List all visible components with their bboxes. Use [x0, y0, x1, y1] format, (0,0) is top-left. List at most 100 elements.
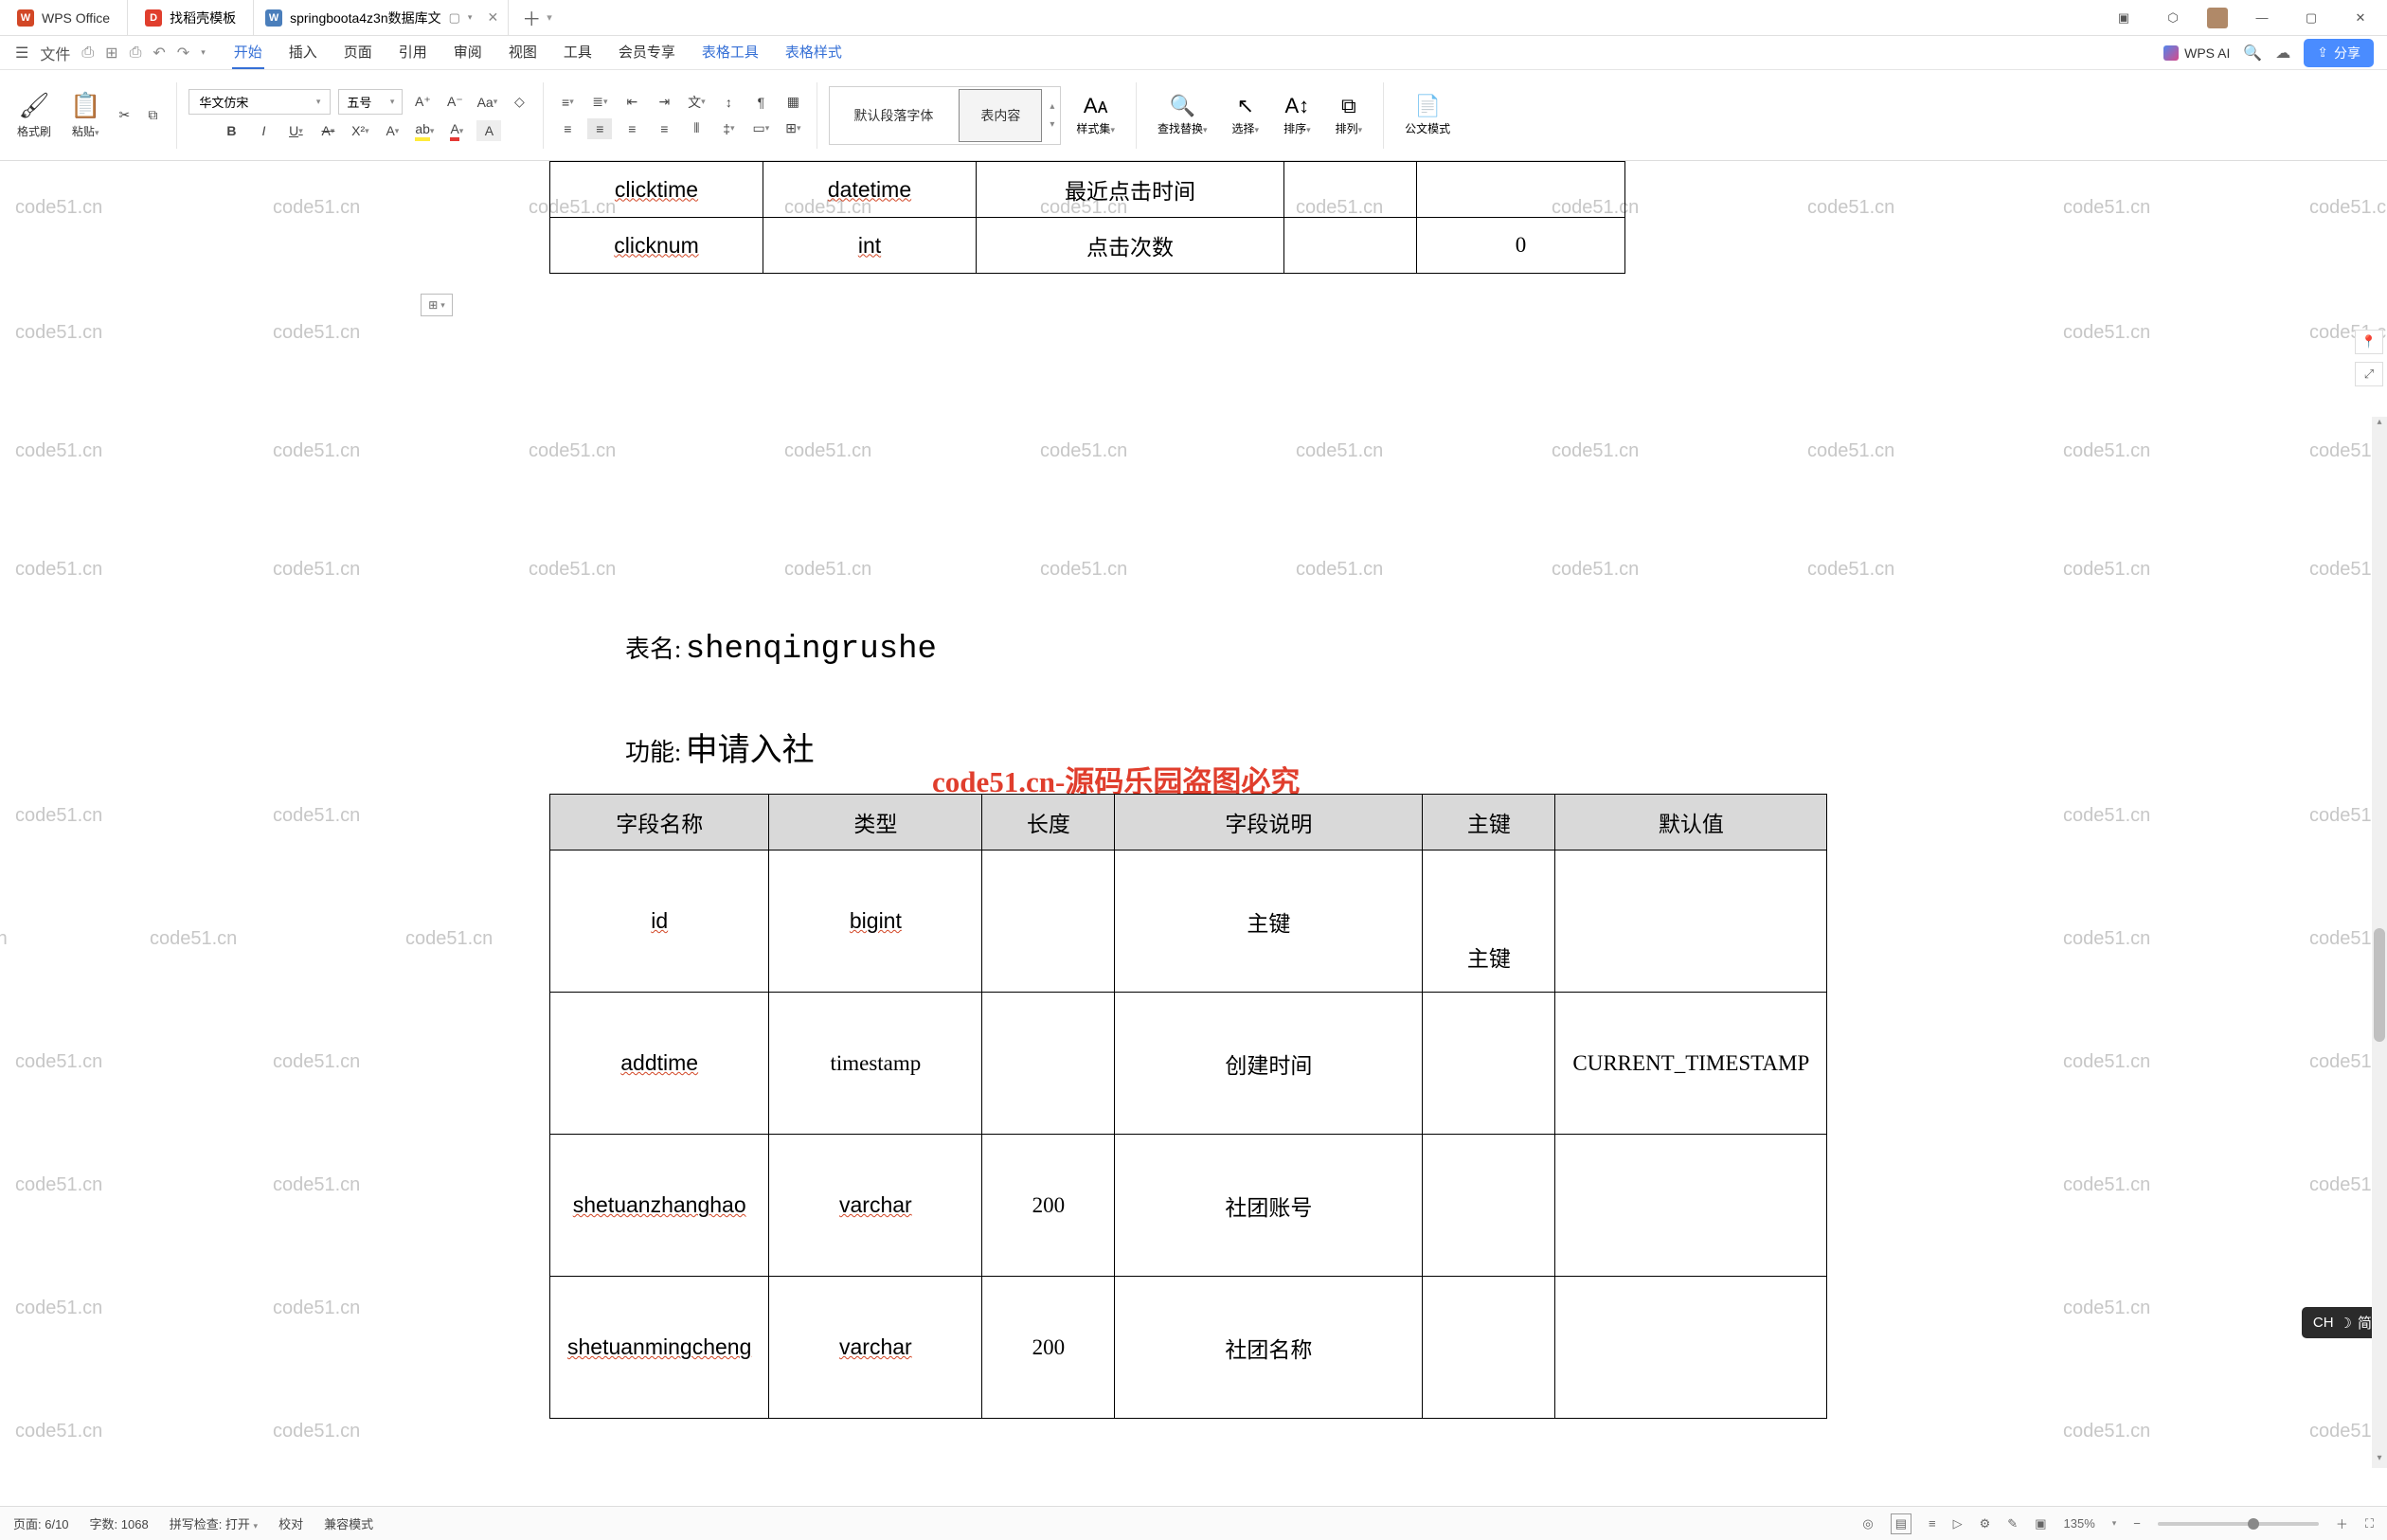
- share-button[interactable]: ⇪ 分享: [2304, 39, 2374, 67]
- zoom-thumb[interactable]: [2248, 1518, 2259, 1530]
- file-menu[interactable]: 文件: [40, 42, 70, 64]
- text-direction-button[interactable]: 文▾: [684, 92, 709, 113]
- select-button[interactable]: ↖选择▾: [1223, 90, 1269, 140]
- tab-tools[interactable]: 工具: [562, 36, 594, 69]
- bold-button[interactable]: B: [219, 120, 243, 141]
- underline-button[interactable]: U▾: [283, 120, 308, 141]
- table-handle[interactable]: ⊞ ▾: [421, 294, 453, 316]
- status-page[interactable]: 页面: 6/10: [13, 1514, 69, 1532]
- align-center-button[interactable]: ≡: [587, 118, 612, 139]
- decrease-indent-button[interactable]: ⇤: [619, 92, 644, 113]
- hamburger-icon[interactable]: ☰: [15, 44, 28, 63]
- location-pin-icon[interactable]: 📍: [2355, 330, 2383, 354]
- play-icon[interactable]: ▷: [1953, 1516, 1963, 1531]
- clear-format-icon[interactable]: ◇: [507, 92, 531, 113]
- table-row[interactable]: clicktime datetime 最近点击时间: [550, 162, 1625, 218]
- sort-button-para[interactable]: ↕: [716, 92, 741, 113]
- align-right-button[interactable]: ≡: [619, 118, 644, 139]
- status-words[interactable]: 字数: 1068: [90, 1514, 149, 1532]
- status-proof[interactable]: 校对: [278, 1514, 303, 1532]
- style-scroll[interactable]: ▴▾: [1044, 101, 1060, 130]
- table-row[interactable]: clicknum int 点击次数 0: [550, 218, 1625, 274]
- scroll-up-icon[interactable]: ▴: [2372, 417, 2387, 432]
- tab-table-style[interactable]: 表格样式: [783, 36, 844, 69]
- copy-icon[interactable]: ⧉: [140, 105, 165, 126]
- layout-icon[interactable]: ▣: [2109, 10, 2139, 26]
- para-layout-button[interactable]: ▦: [781, 92, 805, 113]
- close-tab-icon[interactable]: ✕: [487, 9, 498, 26]
- tab-monitor-icon[interactable]: ▢: [449, 10, 460, 26]
- avatar[interactable]: [2207, 8, 2228, 28]
- shading-button[interactable]: ▭▾: [748, 118, 773, 139]
- chevron-down-icon[interactable]: ▾: [468, 12, 473, 23]
- text-effects-button[interactable]: A▾: [380, 120, 404, 141]
- style-default[interactable]: 默认段落字体: [832, 89, 955, 142]
- tab-view[interactable]: 视图: [507, 36, 539, 69]
- status-spell[interactable]: 拼写检查: 打开 ▾: [170, 1514, 258, 1532]
- tab-table-tools[interactable]: 表格工具: [700, 36, 761, 69]
- fit-page-icon[interactable]: ▣: [2035, 1516, 2046, 1531]
- cube-icon[interactable]: ⬡: [2158, 10, 2188, 26]
- pencil-icon[interactable]: ✎: [2007, 1516, 2018, 1531]
- table-row[interactable]: addtime timestamp 创建时间 CURRENT_TIMESTAMP: [550, 993, 1827, 1135]
- new-icon[interactable]: ⊞: [105, 44, 117, 63]
- chevron-down-icon[interactable]: ▾: [2112, 1518, 2117, 1529]
- borders-button[interactable]: ⊞▾: [781, 118, 805, 139]
- add-tab-button[interactable]: ＋▾: [509, 0, 565, 35]
- scroll-down-icon[interactable]: ▾: [2372, 1453, 2387, 1468]
- zoom-out-button[interactable]: −: [2133, 1516, 2141, 1531]
- change-case-icon[interactable]: Aa▾: [475, 92, 499, 113]
- increase-indent-button[interactable]: ⇥: [652, 92, 676, 113]
- style-set-button[interactable]: Aᴀ样式集▾: [1067, 90, 1124, 140]
- wps-ai-button[interactable]: WPS AI: [2163, 45, 2230, 61]
- align-justify-button[interactable]: ≡: [652, 118, 676, 139]
- minimize-button[interactable]: —: [2247, 10, 2277, 25]
- tab-start[interactable]: 开始: [232, 36, 264, 69]
- close-button[interactable]: ✕: [2345, 10, 2376, 26]
- show-marks-button[interactable]: ¶: [748, 92, 773, 113]
- arrange-button[interactable]: ⧉排列▾: [1326, 90, 1373, 140]
- save-icon[interactable]: ⎙: [81, 45, 94, 62]
- tab-insert[interactable]: 插入: [287, 36, 319, 69]
- print-icon[interactable]: ⎙: [130, 45, 142, 62]
- align-left-button[interactable]: ≡: [555, 118, 580, 139]
- find-replace-button[interactable]: 🔍查找替换▾: [1148, 90, 1217, 140]
- tab-review[interactable]: 审阅: [452, 36, 484, 69]
- scrollbar-vertical[interactable]: ▴ ▾: [2372, 417, 2387, 1468]
- italic-button[interactable]: I: [251, 120, 276, 141]
- cloud-icon[interactable]: ☁: [2275, 44, 2290, 63]
- undo-icon[interactable]: ↶: [153, 44, 165, 63]
- bullets-button[interactable]: ≡▾: [555, 92, 580, 113]
- tab-page[interactable]: 页面: [342, 36, 374, 69]
- increase-font-icon[interactable]: A⁺: [410, 92, 435, 113]
- char-shading-button[interactable]: A: [476, 120, 501, 141]
- search-icon[interactable]: 🔍: [2243, 44, 2262, 63]
- table-row[interactable]: id bigint 主键 主键: [550, 851, 1827, 993]
- font-color-button[interactable]: A▾: [444, 120, 469, 141]
- chevron-down-icon[interactable]: ▾: [201, 47, 206, 58]
- template-tab[interactable]: D 找稻壳模板: [128, 0, 254, 35]
- highlight-button[interactable]: ab▾: [412, 120, 437, 141]
- font-select[interactable]: 华文仿宋▾: [188, 89, 331, 115]
- style-table-content[interactable]: 表内容: [959, 89, 1042, 142]
- gear-icon[interactable]: ⚙: [1980, 1516, 1991, 1531]
- distribute-button[interactable]: ⫴: [684, 118, 709, 139]
- formula-mode-button[interactable]: 📄公文模式: [1395, 90, 1460, 140]
- sort-button[interactable]: A↕排序▾: [1274, 90, 1320, 140]
- zoom-slider[interactable]: [2158, 1522, 2319, 1526]
- font-size-select[interactable]: 五号▾: [338, 89, 403, 115]
- redo-icon[interactable]: ↷: [177, 44, 189, 63]
- line-spacing-button[interactable]: ‡▾: [716, 118, 741, 139]
- paste-button[interactable]: 📋粘贴▾: [63, 87, 108, 143]
- numbering-button[interactable]: ≣▾: [587, 92, 612, 113]
- focus-view-icon[interactable]: ◎: [1862, 1516, 1873, 1531]
- page-view-icon[interactable]: ▤: [1891, 1513, 1911, 1534]
- table-row[interactable]: shetuanzhanghao varchar 200 社团账号: [550, 1135, 1827, 1277]
- superscript-button[interactable]: X²▾: [348, 120, 372, 141]
- zoom-level[interactable]: 135%: [2064, 1516, 2095, 1531]
- main-db-table[interactable]: 字段名称 类型 长度 字段说明 主键 默认值 id bigint 主键 主键 a…: [549, 794, 1827, 1419]
- maximize-button[interactable]: ▢: [2296, 10, 2326, 26]
- doc-tab[interactable]: W springboota4z3n数据库文 ▢ ▾ ✕: [254, 0, 509, 35]
- table-row[interactable]: shetuanmingcheng varchar 200 社团名称: [550, 1277, 1827, 1419]
- fullscreen-icon[interactable]: ⛶: [2365, 1516, 2374, 1531]
